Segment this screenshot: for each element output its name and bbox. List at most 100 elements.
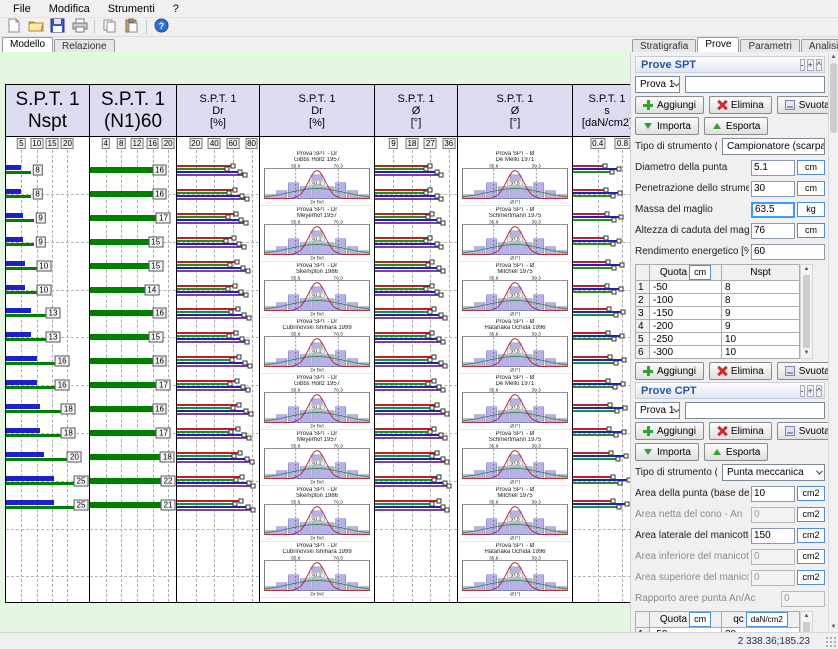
bar-primary xyxy=(6,243,34,246)
spt-io-importa-button[interactable]: Importa xyxy=(635,117,699,135)
tab-parametri[interactable]: Parametri xyxy=(740,39,799,52)
cpt-edit-elimina-button[interactable]: Elimina xyxy=(709,422,772,440)
spt-field-input[interactable] xyxy=(751,202,795,218)
cpt-data-table[interactable]: QuotacmqcdaN/cm21-50202-100223-150254-20… xyxy=(635,611,800,632)
value-cell[interactable]: 8 xyxy=(722,294,800,307)
resize-grip-icon[interactable] xyxy=(825,636,836,647)
table-row[interactable]: 5-25010 xyxy=(636,333,800,346)
scroll-thumb[interactable] xyxy=(803,622,810,632)
quota-cell[interactable]: -300 xyxy=(650,346,722,359)
svg-text:61.2: 61.2 xyxy=(312,293,322,298)
cpt-collapse-minus-icon[interactable]: - xyxy=(800,385,805,397)
bar-secondary xyxy=(6,404,40,409)
scroll-down-icon[interactable]: ▼ xyxy=(829,622,838,632)
menu-item-file[interactable]: File xyxy=(4,1,40,17)
spt-expand-plus-icon[interactable]: + xyxy=(807,59,814,71)
tab-prove[interactable]: Prove xyxy=(697,37,739,52)
scroll-down-icon[interactable]: ▼ xyxy=(801,349,812,358)
spt-edit-elimina-button[interactable]: Elimina xyxy=(709,96,772,114)
quota-cell[interactable]: -50 xyxy=(650,281,722,294)
horizontal-gridline xyxy=(177,576,259,577)
cpt-prova-select[interactable]: Prova 1 xyxy=(635,402,680,419)
series-marker xyxy=(442,316,447,321)
chart-column-header: S.P.T. 1Nspt xyxy=(6,85,89,137)
cpt-field-input[interactable] xyxy=(751,528,795,544)
value-cell[interactable]: 8 xyxy=(722,281,800,294)
cpt-io-esporta-button[interactable]: Esporta xyxy=(704,443,768,461)
cpt-table-scrollbar[interactable]: ▲▼ xyxy=(800,611,813,632)
tab-analisi[interactable]: Analisi xyxy=(801,39,838,52)
cpt-group-header[interactable]: Prove CPT-+^ xyxy=(635,382,825,399)
button-label: Esporta xyxy=(726,447,760,458)
distribution-subplot: Prova SPT - ØDe Mello 197135.639.337.5Ø … xyxy=(458,150,572,206)
spt-field-input[interactable] xyxy=(751,244,825,260)
spt-collapse-minus-icon[interactable]: - xyxy=(800,59,805,71)
scroll-up-icon[interactable]: ▲ xyxy=(801,265,812,274)
cpt-name-input[interactable] xyxy=(685,402,825,419)
bar-value-label: 17 xyxy=(156,380,171,391)
bar-primary xyxy=(6,386,55,389)
cpt-edit-aggiungi-button[interactable]: Aggiungi xyxy=(635,422,704,440)
table-row[interactable]: 1-508 xyxy=(636,281,800,294)
series-marker xyxy=(432,477,437,482)
open-folder-icon xyxy=(28,18,44,36)
cpt-io-importa-button[interactable]: Importa xyxy=(635,443,699,461)
spt-group-header[interactable]: Prove SPT-+^ xyxy=(635,56,825,73)
menu-item-strumenti[interactable]: Strumenti xyxy=(99,1,164,17)
paste-button[interactable] xyxy=(121,18,142,36)
copy-button[interactable] xyxy=(99,18,120,36)
spt-edit-aggiungi-button[interactable]: Aggiungi xyxy=(635,96,704,114)
quota-cell[interactable]: -200 xyxy=(650,320,722,333)
value-cell[interactable]: 10 xyxy=(722,346,800,359)
table-corner-cell xyxy=(636,265,650,281)
scroll-thumb[interactable] xyxy=(803,275,810,348)
quota-cell[interactable]: -150 xyxy=(650,307,722,320)
help-button[interactable]: ? xyxy=(151,18,172,36)
open-folder-button[interactable] xyxy=(25,18,46,36)
spt-io-esporta-button[interactable]: Esporta xyxy=(704,117,768,135)
spt-table-scrollbar[interactable]: ▲▼ xyxy=(800,264,813,359)
table-row[interactable]: 4-2009 xyxy=(636,320,800,333)
spt-pin-chevron-icon[interactable]: ^ xyxy=(816,59,822,71)
spt-field-row: Massa del magliokg xyxy=(635,201,825,218)
menu-item-modifica[interactable]: Modifica xyxy=(40,1,99,17)
spt-name-input[interactable] xyxy=(685,76,825,93)
spt-table-elimina-button[interactable]: Elimina xyxy=(709,362,772,380)
save-button[interactable] xyxy=(47,18,68,36)
spt-table-aggiungi-button[interactable]: Aggiungi xyxy=(635,362,704,380)
spt-edit-svuota-button[interactable]: Svuota xyxy=(777,96,828,114)
series-marker xyxy=(426,262,431,267)
spt-field-input[interactable] xyxy=(751,223,795,239)
spt-field-input[interactable] xyxy=(751,181,795,197)
value-cell[interactable]: 10 xyxy=(722,333,800,346)
scroll-thumb[interactable] xyxy=(830,63,837,133)
tab-modello[interactable]: Modello xyxy=(2,37,53,52)
spt-prova-select[interactable]: Prova 1 xyxy=(635,76,680,93)
new-file-button[interactable] xyxy=(3,18,24,36)
spt-table-svuota-button[interactable]: Svuota xyxy=(777,362,828,380)
quota-cell[interactable]: -250 xyxy=(650,333,722,346)
tab-relazione[interactable]: Relazione xyxy=(54,39,114,52)
spt-data-table[interactable]: QuotacmNspt1-5082-10083-15094-20095-2501… xyxy=(635,264,800,359)
table-header-quota-flex: Quotacm xyxy=(653,612,718,627)
value-cell[interactable]: 9 xyxy=(722,320,800,333)
cpt-tipo-select[interactable]: Punta meccanica xyxy=(722,464,825,481)
table-row[interactable]: 3-1509 xyxy=(636,307,800,320)
quota-cell[interactable]: -100 xyxy=(650,294,722,307)
menu-item-help[interactable]: ? xyxy=(164,1,188,17)
panel-scrollbar[interactable]: ▲ ▼ xyxy=(828,52,838,632)
spt-field-input[interactable] xyxy=(751,160,795,176)
chevron-down-icon xyxy=(816,468,823,475)
cpt-pin-chevron-icon[interactable]: ^ xyxy=(816,385,822,397)
print-button[interactable] xyxy=(69,18,90,36)
cpt-field-input[interactable] xyxy=(751,486,795,502)
table-row[interactable]: 2-1008 xyxy=(636,294,800,307)
cpt-edit-svuota-button[interactable]: Svuota xyxy=(777,422,828,440)
cpt-expand-plus-icon[interactable]: + xyxy=(807,385,814,397)
table-row[interactable]: 6-30010 xyxy=(636,346,800,359)
tab-stratigrafia[interactable]: Stratigrafia xyxy=(632,39,696,52)
scroll-up-icon[interactable]: ▲ xyxy=(829,52,838,62)
value-cell[interactable]: 9 xyxy=(722,307,800,320)
scroll-up-icon[interactable]: ▲ xyxy=(801,612,812,621)
spt-tipo-select[interactable]: Campionatore (scarpa ta xyxy=(722,138,825,155)
